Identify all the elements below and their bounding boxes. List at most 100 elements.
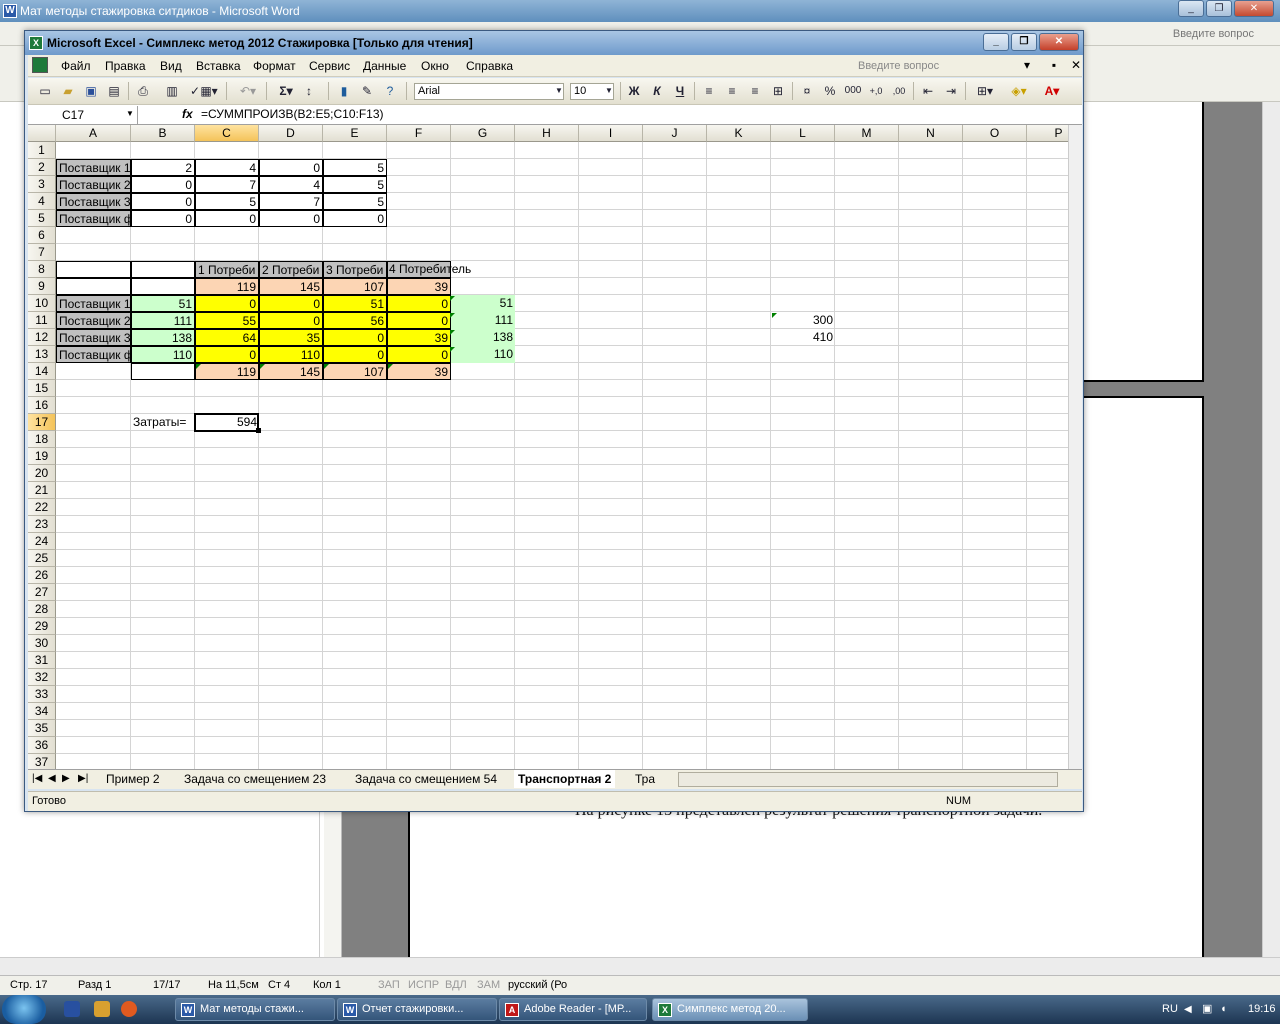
cell-d13[interactable]: 110 bbox=[259, 346, 323, 363]
cell-b14[interactable] bbox=[131, 363, 195, 380]
taskbar-item-word-1[interactable]: W Мат методы стажи... bbox=[175, 998, 335, 1021]
row-header-5[interactable]: 5 bbox=[28, 210, 56, 227]
sort-ascending-icon[interactable]: ↕ bbox=[300, 82, 318, 100]
cell-e8[interactable]: 3 Потреби bbox=[323, 261, 387, 278]
row-header-24[interactable]: 24 bbox=[28, 533, 56, 550]
cell-d12[interactable]: 35 bbox=[259, 329, 323, 346]
row-header-31[interactable]: 31 bbox=[28, 652, 56, 669]
row-header-25[interactable]: 25 bbox=[28, 550, 56, 567]
new-icon[interactable]: ▭ bbox=[36, 82, 54, 100]
row-header-34[interactable]: 34 bbox=[28, 703, 56, 720]
cell-a12[interactable]: Поставщик 3 bbox=[56, 329, 131, 346]
cell-l12[interactable]: 410 bbox=[771, 329, 835, 346]
row-header-12[interactable]: 12 bbox=[28, 329, 56, 346]
cell-f8[interactable]: 4 Потребитель bbox=[387, 261, 491, 278]
cell-c4[interactable]: 5 bbox=[195, 193, 259, 210]
cell-g10[interactable]: 51 bbox=[451, 295, 515, 312]
align-right-icon[interactable]: ≡ bbox=[746, 82, 764, 100]
cell-c9[interactable]: 119 bbox=[195, 278, 259, 295]
word-restore-button[interactable]: ❐ bbox=[1206, 0, 1232, 17]
cell-d5[interactable]: 0 bbox=[259, 210, 323, 227]
decrease-decimal-icon[interactable]: ,00 bbox=[890, 82, 908, 100]
cell-c14[interactable]: 119 bbox=[195, 363, 259, 380]
cell-a3[interactable]: Поставщик 2 bbox=[56, 176, 131, 193]
cell-b10[interactable]: 51 bbox=[131, 295, 195, 312]
row-header-6[interactable]: 6 bbox=[28, 227, 56, 244]
cell-f14[interactable]: 39 bbox=[387, 363, 451, 380]
row-header-7[interactable]: 7 bbox=[28, 244, 56, 261]
menu-window[interactable]: Окно bbox=[421, 59, 449, 73]
cell-b5[interactable]: 0 bbox=[131, 210, 195, 227]
italic-button[interactable]: К bbox=[648, 82, 666, 100]
chart-wizard-icon[interactable]: ▮ bbox=[335, 82, 353, 100]
cell-a13[interactable]: Поставщик ф bbox=[56, 346, 131, 363]
cell-a10[interactable]: Поставщик 1 bbox=[56, 295, 131, 312]
currency-icon[interactable]: ¤ bbox=[798, 82, 816, 100]
cell-b17[interactable]: Затраты= bbox=[131, 414, 195, 431]
cell-e4[interactable]: 5 bbox=[323, 193, 387, 210]
prev-sheet-button[interactable]: ◀ bbox=[48, 770, 56, 788]
word-status-ovr[interactable]: ЗАМ bbox=[477, 976, 500, 995]
insert-function-icon[interactable]: fx bbox=[182, 107, 193, 121]
sheet-tab[interactable]: Задача со смещением 54 bbox=[351, 770, 501, 788]
chevron-down-icon[interactable]: ▼ bbox=[126, 109, 134, 118]
row-header-26[interactable]: 26 bbox=[28, 567, 56, 584]
network-icon[interactable]: ▣ bbox=[1202, 995, 1212, 1024]
autosum-icon[interactable]: Σ▾ bbox=[272, 82, 300, 100]
fill-color-icon[interactable]: ◈▾ bbox=[1005, 82, 1033, 100]
word-status-rec[interactable]: ЗАП bbox=[378, 976, 400, 995]
name-box[interactable]: C17 bbox=[28, 106, 138, 124]
row-header-19[interactable]: 19 bbox=[28, 448, 56, 465]
cell-l11[interactable]: 300 bbox=[771, 312, 835, 329]
next-sheet-button[interactable]: ▶ bbox=[62, 770, 70, 788]
row-header-20[interactable]: 20 bbox=[28, 465, 56, 482]
column-header-h[interactable]: H bbox=[515, 125, 579, 142]
menu-edit[interactable]: Правка bbox=[105, 59, 146, 73]
cell-a2[interactable]: Поставщик 1 bbox=[56, 159, 131, 176]
horizontal-scrollbar[interactable] bbox=[678, 772, 1058, 787]
cell-b13[interactable]: 110 bbox=[131, 346, 195, 363]
cell-c2[interactable]: 4 bbox=[195, 159, 259, 176]
cell-c5[interactable]: 0 bbox=[195, 210, 259, 227]
permission-icon[interactable]: ▤ bbox=[105, 82, 123, 100]
print-icon[interactable]: ⎙ bbox=[134, 82, 152, 100]
row-header-11[interactable]: 11 bbox=[28, 312, 56, 329]
sheet-tab[interactable]: Задача со смещением 23 bbox=[180, 770, 330, 788]
comma-style-icon[interactable]: 000 bbox=[844, 82, 862, 100]
row-header-8[interactable]: 8 bbox=[28, 261, 56, 278]
word-horizontal-scrollbar[interactable] bbox=[0, 957, 1280, 975]
underline-button[interactable]: Ч bbox=[671, 82, 689, 100]
column-header-p[interactable]: P bbox=[1027, 125, 1068, 142]
chevron-down-icon[interactable]: ▼ bbox=[600, 82, 618, 100]
start-button[interactable] bbox=[2, 995, 46, 1024]
worksheet-grid[interactable]: A B C D E F G H I J K L M N O P 1 2 3 4 5 6 7 8 9 10 11 12 13 14 15 16 1… bbox=[28, 125, 1068, 769]
cell-a4[interactable]: Поставщик 3 bbox=[56, 193, 131, 210]
cell-d14[interactable]: 145 bbox=[259, 363, 323, 380]
cell-b3[interactable]: 0 bbox=[131, 176, 195, 193]
column-header-g[interactable]: G bbox=[451, 125, 515, 142]
cell-c3[interactable]: 7 bbox=[195, 176, 259, 193]
cell-g13[interactable]: 110 bbox=[451, 346, 515, 363]
row-header-15[interactable]: 15 bbox=[28, 380, 56, 397]
font-color-icon[interactable]: A▾ bbox=[1038, 82, 1066, 100]
cell-e5[interactable]: 0 bbox=[323, 210, 387, 227]
row-header-10[interactable]: 10 bbox=[28, 295, 56, 312]
excel-ask-question-box[interactable]: Введите вопрос bbox=[858, 60, 998, 76]
column-header-b[interactable]: B bbox=[131, 125, 195, 142]
menu-help[interactable]: Справка bbox=[466, 59, 513, 73]
clock[interactable]: 19:16 bbox=[1248, 995, 1276, 1024]
row-header-36[interactable]: 36 bbox=[28, 737, 56, 754]
cell-e3[interactable]: 5 bbox=[323, 176, 387, 193]
menu-tools[interactable]: Сервис bbox=[309, 59, 350, 73]
cell-d8[interactable]: 2 Потреби bbox=[259, 261, 323, 278]
cell-e10[interactable]: 51 bbox=[323, 295, 387, 312]
row-header-9[interactable]: 9 bbox=[28, 278, 56, 295]
cell-d2[interactable]: 0 bbox=[259, 159, 323, 176]
cell-d3[interactable]: 4 bbox=[259, 176, 323, 193]
doc-close-button[interactable]: ✕ bbox=[1068, 58, 1084, 72]
cell-a8[interactable] bbox=[56, 261, 131, 278]
row-header-29[interactable]: 29 bbox=[28, 618, 56, 635]
bold-button[interactable]: Ж bbox=[625, 82, 643, 100]
row-header-14[interactable]: 14 bbox=[28, 363, 56, 380]
sheet-tab[interactable]: Тра bbox=[631, 770, 659, 788]
